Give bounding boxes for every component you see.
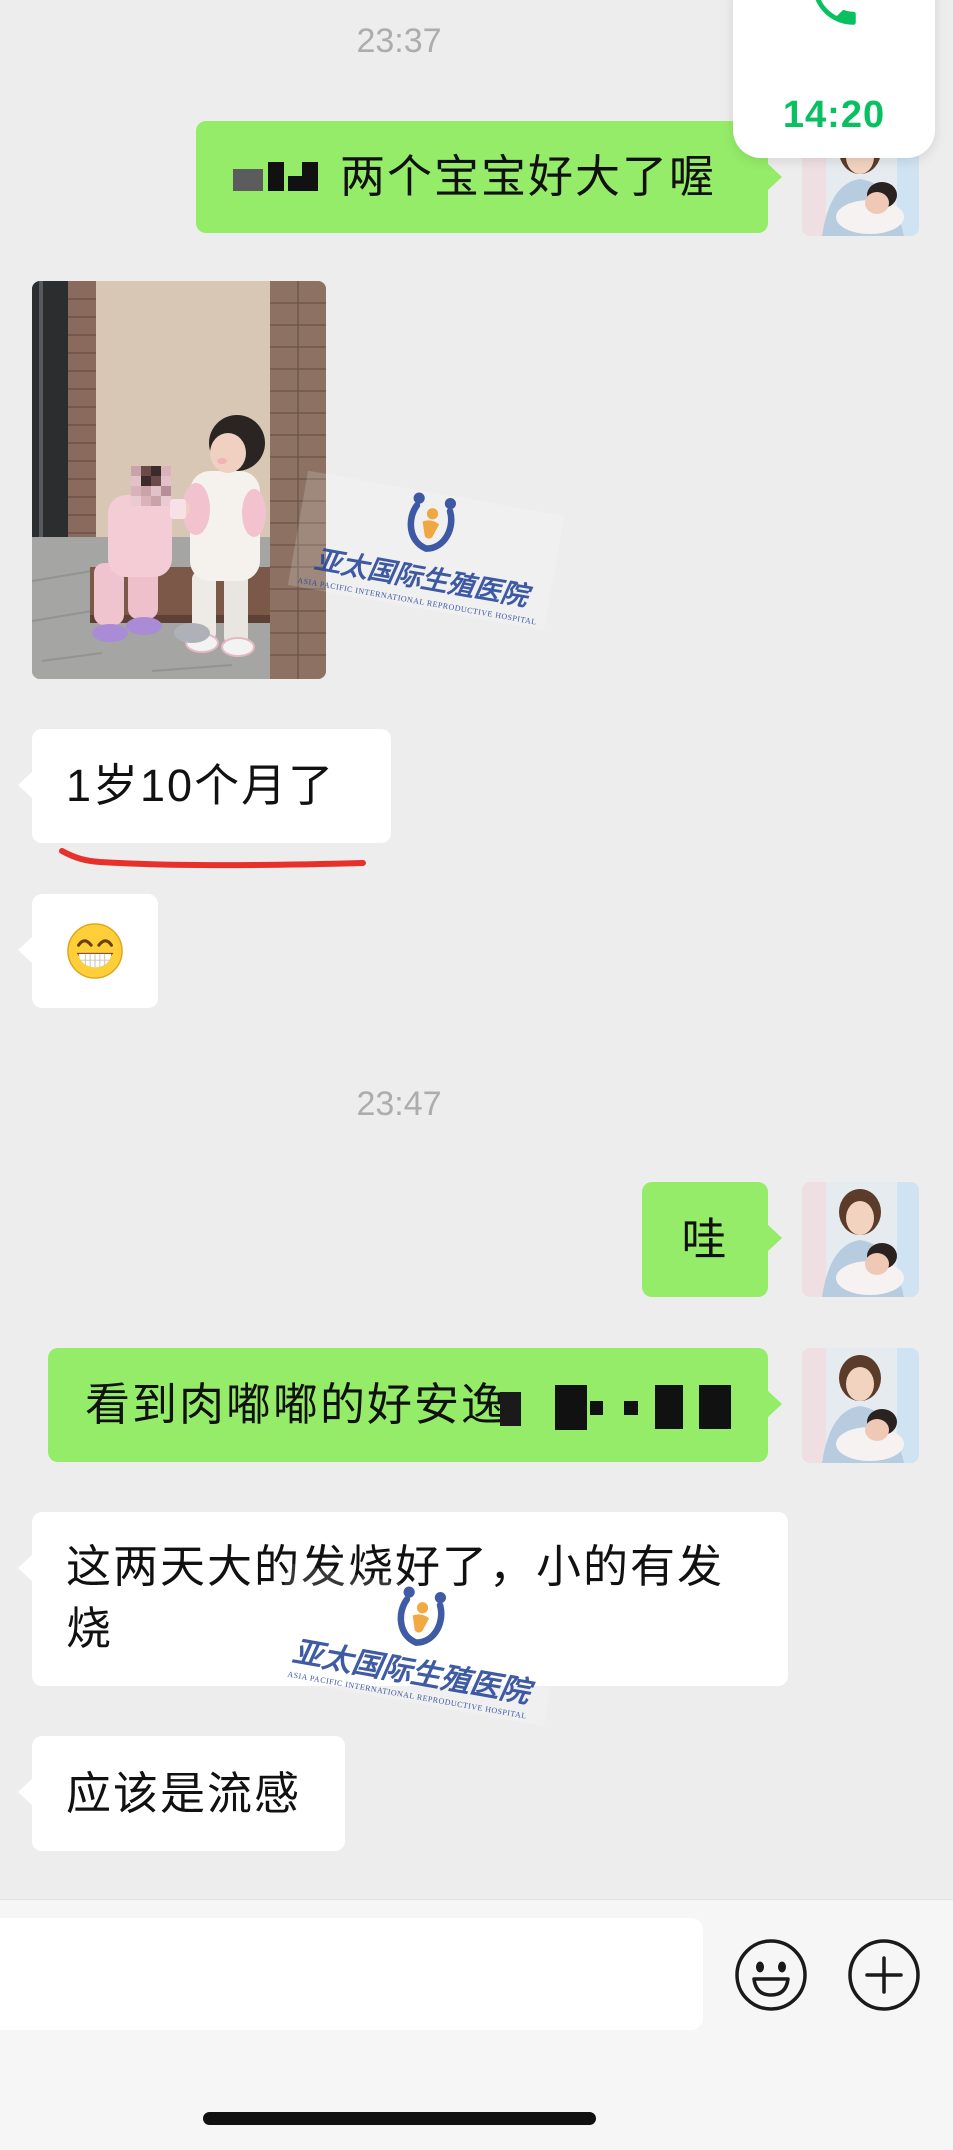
- incoming-message-bubble[interactable]: 应该是流感: [18, 1736, 345, 1851]
- hospital-logo-icon: [407, 492, 457, 552]
- message-text: 两个宝宝好大了喔: [340, 151, 717, 202]
- mosaic-block: [233, 169, 263, 191]
- smile-icon[interactable]: [734, 1938, 808, 2012]
- message-input[interactable]: [0, 1918, 703, 2030]
- outgoing-message-bubble[interactable]: 哇: [642, 1182, 782, 1297]
- mosaic-block: [555, 1385, 587, 1430]
- photo-image: [32, 281, 326, 679]
- my-avatar[interactable]: [802, 1348, 919, 1463]
- hospital-watermark: 亚太国际生殖医院 ASIA PACIFIC INTERNATIONAL REPR…: [287, 470, 565, 631]
- avatar-image: [802, 1182, 919, 1297]
- mosaic-block: [699, 1385, 731, 1429]
- message-timestamp: 23:47: [356, 1085, 442, 1123]
- floating-call-window[interactable]: 14:20: [733, 0, 935, 158]
- incoming-emoji-bubble[interactable]: [18, 894, 158, 1008]
- mosaic-block: [288, 176, 318, 191]
- chat-screen: 23:37 14:20 两个宝宝好大了喔 亚太国际生殖医院 ASIA PACIF…: [0, 0, 953, 2150]
- my-avatar[interactable]: [802, 1182, 919, 1297]
- message-text: 哇: [681, 1213, 729, 1265]
- red-underline-annotation: [59, 848, 366, 869]
- avatar-image: [802, 1348, 919, 1463]
- message-text: 看到肉嘟嘟的好安逸: [85, 1379, 509, 1430]
- image-message[interactable]: [32, 281, 326, 679]
- outgoing-message-bubble[interactable]: 两个宝宝好大了喔: [196, 121, 782, 233]
- mosaic-block: [268, 162, 284, 191]
- grinning-face-icon: [67, 923, 123, 979]
- mosaic-block: [500, 1392, 521, 1426]
- mosaic-block: [302, 162, 318, 177]
- outgoing-message-bubble[interactable]: 看到肉嘟嘟的好安逸: [48, 1348, 782, 1462]
- incoming-message-bubble[interactable]: 1岁10个月了: [18, 729, 391, 843]
- mosaic-block: [624, 1401, 638, 1415]
- message-text: 应该是流感: [66, 1767, 302, 1819]
- hospital-logo-icon: [397, 1586, 447, 1646]
- home-indicator[interactable]: [203, 2112, 596, 2125]
- mosaic-block: [590, 1401, 603, 1415]
- chat-input-bar: [0, 1899, 953, 2150]
- message-text: 1岁10个月了: [66, 760, 336, 811]
- mosaic-block: [655, 1385, 683, 1429]
- plus-circle-icon[interactable]: [847, 1938, 921, 2012]
- message-timestamp: 23:37: [356, 22, 442, 60]
- call-duration: 14:20: [782, 94, 886, 136]
- phone-icon: [815, 0, 856, 25]
